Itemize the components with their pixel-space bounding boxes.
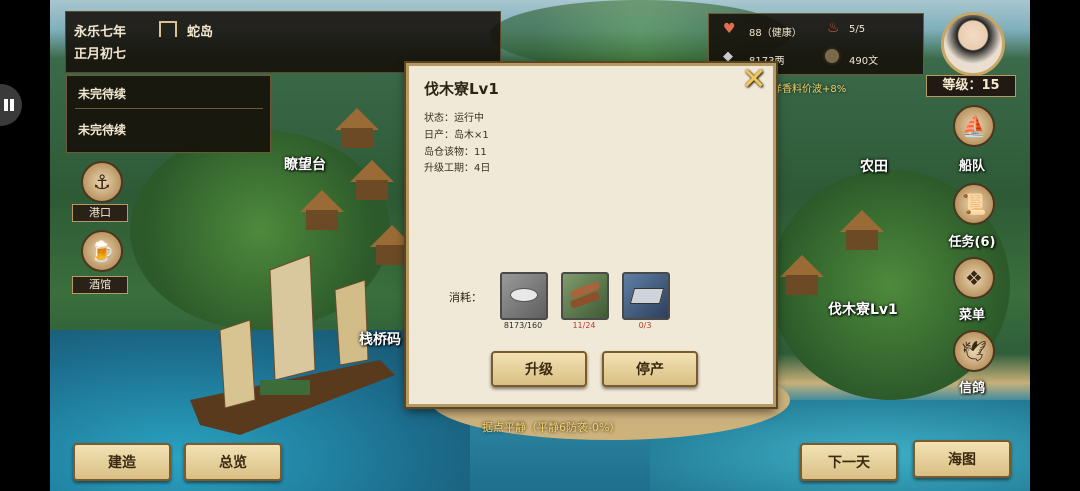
silver-cost-value: 8173/160 [503, 321, 543, 330]
system-back-bubble[interactable] [0, 84, 22, 126]
quest-item[interactable]: 未完待续 [78, 121, 126, 138]
iron-cost-value: 0/3 [638, 321, 652, 330]
copper-value: 490文 [849, 56, 879, 67]
silver-icon: ◆ [723, 49, 733, 64]
health-value: 88（健康） [749, 28, 802, 39]
tavern-button[interactable]: 酒馆 [72, 276, 128, 294]
anchor-icon[interactable]: ⚓ [81, 161, 123, 203]
scroll-icon[interactable]: 📜 [953, 183, 995, 225]
pigeon-button[interactable]: 信鸽 [942, 377, 1002, 396]
status-bar: 据点平静（平静6防袭-0%） [482, 421, 621, 434]
crew-value: 5/5 [849, 24, 866, 35]
next-day-button[interactable]: 下一天 [800, 443, 898, 481]
hut [780, 255, 824, 295]
dialog-info-line: 状态：运行中 [424, 113, 484, 124]
dialog-info-line: 日产：岛木×1 [424, 130, 489, 141]
ship-icon[interactable]: ⛵ [953, 105, 995, 147]
hut [350, 160, 394, 200]
tankard-icon[interactable]: 🍺 [81, 230, 123, 272]
quest-tracker[interactable]: 未完待续 未完待续 [66, 75, 271, 153]
map-label-lookout[interactable]: 瞭望台 [284, 154, 326, 174]
date-day: 正月初七 [74, 47, 127, 62]
map-label-pier[interactable]: 栈桥码 [359, 329, 401, 349]
overview-button[interactable]: 总览 [184, 443, 282, 481]
location-name: 蛇岛 [187, 25, 214, 40]
fan-icon[interactable]: ❖ [953, 257, 995, 299]
silver-cost-icon [500, 272, 548, 320]
building-dialog: 伐木寮Lv1 状态：运行中 日产：岛木×1 岛仓该物：11 升级工期：4日 消耗… [406, 63, 776, 407]
dialog-info-line: 升级工期：4日 [424, 163, 491, 174]
pigeon-icon[interactable]: 🕊 [953, 330, 995, 372]
sea-map-button[interactable]: 海图 [913, 440, 1011, 478]
gate-icon [159, 21, 177, 37]
map-label-lumber[interactable]: 伐木寮Lv1 [828, 299, 898, 319]
divider [75, 108, 263, 109]
upgrade-button[interactable]: 升级 [491, 351, 587, 387]
avatar[interactable] [941, 12, 1005, 76]
map-label-farm[interactable]: 农田 [860, 156, 888, 176]
hut [300, 190, 344, 230]
date-year: 永乐七年 [74, 25, 127, 40]
build-button[interactable]: 建造 [73, 443, 171, 481]
heart-icon: ♥ [723, 21, 736, 37]
price-ticker: 洋香料价波+8% [772, 84, 847, 95]
dialog-title: 伐木寮Lv1 [424, 80, 499, 98]
coin-icon [823, 47, 841, 65]
cost-label: 消耗： [449, 291, 482, 304]
hut [335, 108, 379, 148]
harbor-button[interactable]: 港口 [72, 204, 128, 222]
wood-cost-icon [561, 272, 609, 320]
wood-cost-value: 11/24 [572, 321, 596, 330]
dialog-info-line: 岛仓该物：11 [424, 147, 487, 158]
hut [840, 210, 884, 250]
pause-icon [4, 99, 8, 111]
iron-cost-icon [622, 272, 670, 320]
fire-icon: ♨ [827, 20, 840, 36]
menu-button[interactable]: 菜单 [942, 304, 1002, 323]
tasks-button[interactable]: 任务(6) [942, 231, 1002, 250]
quest-item[interactable]: 未完待续 [78, 85, 126, 102]
level-badge: 等级：15 [926, 75, 1016, 97]
close-icon[interactable]: ✕ [737, 62, 771, 97]
fleet-button[interactable]: 船队 [942, 155, 1002, 174]
stop-production-button[interactable]: 停产 [602, 351, 698, 387]
